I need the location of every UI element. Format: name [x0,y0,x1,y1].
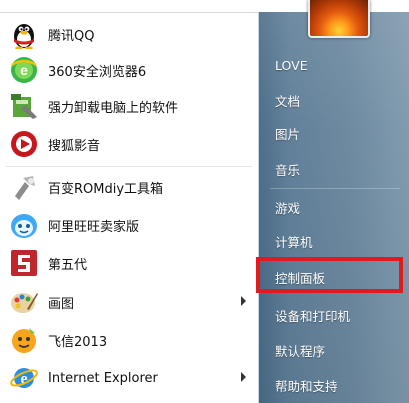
link-music[interactable]: 音乐 [265,156,403,182]
sohu-video-icon [8,128,40,160]
right-separator [270,188,400,189]
program-label: 第五代 [48,257,88,273]
program-label: 强力卸载电脑上的软件 [48,100,179,116]
program-label: 画图 [48,296,75,312]
submenu-arrow-icon[interactable] [241,296,246,306]
link-devices-and-printers[interactable]: 设备和打印机 [265,302,403,328]
program-item-uninstaller[interactable]: 强力卸载电脑上的软件 [8,89,254,123]
link-default-programs[interactable]: 默认程序 [265,337,403,363]
romdiy-toolbox-icon [8,171,40,203]
program-item-fetion[interactable]: 飞信2013 [8,323,254,357]
program-label: 搜狐影音 [48,138,101,154]
user-avatar[interactable] [308,0,370,38]
program-item-internet-explorer[interactable]: e Internet Explorer [8,361,254,395]
360-browser-icon: e [8,54,40,86]
link-help-and-support[interactable]: 帮助和支持 [265,372,403,398]
program-item-paint[interactable]: 画图 [8,285,254,319]
uninstaller-icon [8,90,40,122]
aliwangwang-icon [8,209,40,241]
panel-top-border [0,12,258,13]
fetion-icon [8,324,40,356]
link-user-folder[interactable]: LOVE [265,52,403,78]
program-item-qq[interactable]: 腾讯QQ [8,17,254,51]
fifth-gen-icon [8,247,40,279]
program-item-aliwangwang[interactable]: 阿里旺旺卖家版 [8,208,254,242]
program-item-sohu-video[interactable]: 搜狐影音 [8,127,254,161]
program-item-fifth-gen[interactable]: 第五代 [8,246,254,280]
program-label: Internet Explorer [48,370,158,386]
program-label: 阿里旺旺卖家版 [48,219,140,235]
svg-text:e: e [20,62,28,78]
menu-separator [6,166,252,167]
program-label: 腾讯QQ [48,28,95,44]
program-label: 百变ROMdiy工具箱 [48,181,164,197]
paint-icon [8,286,40,318]
qq-penguin-icon [8,18,40,50]
program-label: 360安全浏览器6 [48,64,147,80]
program-label: 飞信2013 [48,334,108,350]
link-computer[interactable]: 计算机 [265,228,403,254]
link-games[interactable]: 游戏 [265,194,403,220]
internet-explorer-icon: e [8,362,40,394]
highlight-box [256,257,403,293]
link-pictures[interactable]: 图片 [265,120,403,146]
program-item-romdiy[interactable]: 百变ROMdiy工具箱 [8,170,254,204]
submenu-arrow-icon[interactable] [241,372,246,382]
link-documents[interactable]: 文档 [265,87,403,113]
program-item-360-browser[interactable]: e 360安全浏览器6 [8,53,254,87]
